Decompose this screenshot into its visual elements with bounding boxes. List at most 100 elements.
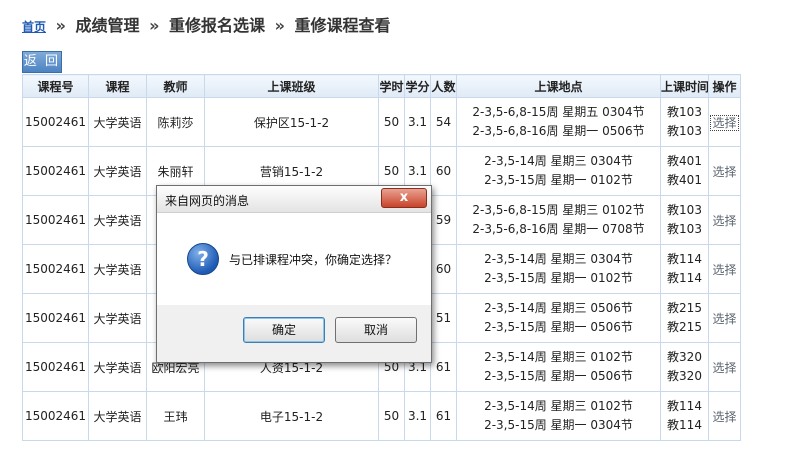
cell-course-code: 15002461 — [22, 146, 89, 196]
cell-room: 教215 教215 — [660, 293, 709, 343]
cell-location: 2-3,5-6,8-15周 星期三 0102节 2-3,5-6,8-16周 星期一… — [456, 195, 661, 245]
cell-course-code: 15002461 — [22, 97, 89, 147]
question-icon: ? — [187, 243, 219, 275]
room-line: 教114 — [667, 418, 702, 432]
cell-credit: 3.1 — [404, 97, 431, 147]
cell-action: 选择 — [708, 97, 741, 147]
room-line: 教401 — [667, 154, 702, 168]
room-line: 教103 — [667, 222, 702, 236]
header-teacher: 教师 — [146, 74, 205, 98]
cell-location: 2-3,5-14周 星期三 0304节 2-3,5-15周 星期一 0102节 — [456, 244, 661, 294]
select-link[interactable]: 选择 — [712, 165, 736, 179]
select-link[interactable]: 选择 — [710, 114, 739, 131]
location-line: 2-3,5-14周 星期三 0304节 — [484, 154, 633, 168]
room-line: 教103 — [667, 124, 702, 138]
location-line: 2-3,5-6,8-16周 星期一 0506节 — [472, 124, 645, 138]
cell-course-code: 15002461 — [22, 342, 89, 392]
room-line: 教114 — [667, 252, 702, 266]
cell-count: 59 — [430, 195, 457, 245]
dialog-message: 与已排课程冲突，你确定选择？ — [229, 253, 398, 267]
select-link[interactable]: 选择 — [712, 214, 736, 228]
cell-count: 61 — [430, 342, 457, 392]
cell-room: 教103 教103 — [660, 97, 709, 147]
location-line: 2-3,5-14周 星期三 0102节 — [484, 350, 633, 364]
ok-button[interactable]: 确定 — [243, 317, 325, 343]
header-class: 上课班级 — [204, 74, 379, 98]
location-line: 2-3,5-6,8-16周 星期一 0708节 — [472, 222, 645, 236]
cell-location: 2-3,5-14周 星期三 0102节 2-3,5-15周 星期一 0304节 — [456, 391, 661, 441]
room-line: 教114 — [667, 399, 702, 413]
breadcrumb-home-link[interactable]: 首页 — [22, 20, 46, 34]
cell-course-code: 15002461 — [22, 244, 89, 294]
room-line: 教320 — [667, 350, 702, 364]
cell-teacher: 王玮 — [146, 391, 205, 441]
dialog-title: 来自网页的消息 — [165, 194, 250, 208]
select-link[interactable]: 选择 — [712, 312, 736, 326]
back-button[interactable]: 返 回 — [22, 51, 62, 73]
cell-room: 教114 教114 — [660, 244, 709, 294]
select-link[interactable]: 选择 — [712, 263, 736, 277]
cell-action: 选择 — [708, 146, 741, 196]
cell-count: 60 — [430, 244, 457, 294]
cell-course-code: 15002461 — [22, 391, 89, 441]
cell-location: 2-3,5-14周 星期三 0506节 2-3,5-15周 星期一 0506节 — [456, 293, 661, 343]
select-link[interactable]: 选择 — [712, 410, 736, 424]
cell-course: 大学英语 — [88, 342, 147, 392]
cell-location: 2-3,5-6,8-15周 星期五 0304节 2-3,5-6,8-16周 星期一… — [456, 97, 661, 147]
cancel-button[interactable]: 取消 — [335, 317, 417, 343]
cell-hours: 50 — [378, 391, 405, 441]
location-line: 2-3,5-15周 星期一 0102节 — [484, 271, 633, 285]
cell-room: 教320 教320 — [660, 342, 709, 392]
room-line: 教401 — [667, 173, 702, 187]
location-line: 2-3,5-15周 星期一 0506节 — [484, 369, 633, 383]
cell-action: 选择 — [708, 244, 741, 294]
table-row: 15002461 大学英语 王玮 电子15-1-2 50 3.1 61 2-3,5-14周 星… — [22, 391, 741, 441]
cell-count: 51 — [430, 293, 457, 343]
cell-course: 大学英语 — [88, 391, 147, 441]
location-line: 2-3,5-14周 星期三 0506节 — [484, 301, 633, 315]
room-line: 教215 — [667, 301, 702, 315]
header-time: 上课时间 — [660, 74, 709, 98]
room-line: 教103 — [667, 105, 702, 119]
cell-action: 选择 — [708, 342, 741, 392]
cell-course: 大学英语 — [88, 293, 147, 343]
cell-course: 大学英语 — [88, 195, 147, 245]
breadcrumb-separator: » — [274, 16, 285, 35]
breadcrumb-separator: » — [55, 16, 66, 35]
cell-course: 大学英语 — [88, 244, 147, 294]
close-icon[interactable]: x — [381, 188, 427, 208]
cell-hours: 50 — [378, 97, 405, 147]
location-line: 2-3,5-15周 星期一 0304节 — [484, 418, 633, 432]
location-line: 2-3,5-6,8-15周 星期三 0102节 — [472, 203, 645, 217]
header-course: 课程 — [88, 74, 147, 98]
cell-course-code: 15002461 — [22, 293, 89, 343]
location-line: 2-3,5-15周 星期一 0102节 — [484, 173, 633, 187]
cell-room: 教401 教401 — [660, 146, 709, 196]
header-credit: 学分 — [404, 74, 431, 98]
breadcrumb-separator: » — [149, 16, 160, 35]
location-line: 2-3,5-14周 星期三 0304节 — [484, 252, 633, 266]
room-line: 教215 — [667, 320, 702, 334]
select-link[interactable]: 选择 — [712, 361, 736, 375]
cell-credit: 3.1 — [404, 391, 431, 441]
cell-course-code: 15002461 — [22, 195, 89, 245]
header-hours: 学时 — [378, 74, 405, 98]
table-row: 15002461 大学英语 陈莉莎 保护区15-1-2 50 3.1 54 2-3,5-6,8… — [22, 97, 741, 147]
dialog-titlebar: 来自网页的消息 x — [157, 186, 431, 213]
location-line: 2-3,5-6,8-15周 星期五 0304节 — [472, 105, 645, 119]
cell-room: 教103 教103 — [660, 195, 709, 245]
cell-action: 选择 — [708, 293, 741, 343]
cell-class: 电子15-1-2 — [204, 391, 379, 441]
room-line: 教320 — [667, 369, 702, 383]
cell-location: 2-3,5-14周 星期三 0102节 2-3,5-15周 星期一 0506节 — [456, 342, 661, 392]
page-title: 重修课程查看 — [294, 16, 391, 35]
confirm-dialog: 来自网页的消息 x ? 与已排课程冲突，你确定选择？ 确定 取消 — [156, 185, 432, 363]
dialog-body: ? 与已排课程冲突，你确定选择？ — [157, 213, 431, 305]
cell-class: 保护区15-1-2 — [204, 97, 379, 147]
cell-action: 选择 — [708, 195, 741, 245]
cell-count: 54 — [430, 97, 457, 147]
header-location: 上课地点 — [456, 74, 661, 98]
header-action: 操作 — [708, 74, 741, 98]
cell-count: 61 — [430, 391, 457, 441]
table-header-row: 课程号 课程 教师 上课班级 学时 学分 人数 上课地点 上课时间 操作 — [22, 74, 741, 98]
